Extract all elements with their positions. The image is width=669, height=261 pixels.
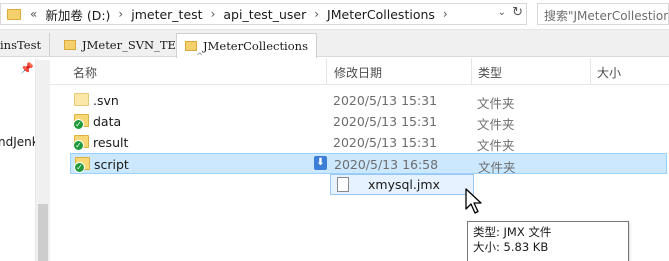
breadcrumb-jmeter-test[interactable]: jmeter_test [131, 7, 202, 22]
file-modified: 2020/5/13 15:31 [333, 135, 438, 150]
breadcrumb-api-test-user[interactable]: api_test_user [223, 7, 306, 22]
address-bar[interactable]: « 新加卷 (D:) › jmeter_test › api_test_user… [0, 3, 527, 25]
file-name: .svn [93, 93, 119, 108]
tooltip-type: 类型: JMX 文件 [473, 225, 552, 239]
breadcrumb-drive[interactable]: 新加卷 (D:) [45, 5, 110, 24]
breadcrumb-separator[interactable]: › [314, 7, 319, 21]
refresh-icon[interactable]: ↻ [512, 5, 523, 20]
tab-strip: insTest JMeter_SVN_TEST JMeterCollection… [0, 30, 669, 58]
dragged-file-name: xmysql.jmx [368, 177, 440, 192]
overflow-chevron[interactable]: « [30, 7, 37, 21]
nav-item[interactable]: ndJenk [0, 135, 35, 149]
file-modified: 2020/5/13 15:31 [333, 114, 438, 129]
svn-normal-badge-icon: ✓ [73, 119, 84, 130]
tab-label: insTest [0, 38, 42, 52]
search-input[interactable]: 搜索"JMeterCollestions" [537, 3, 669, 25]
file-row-svn[interactable]: .svn 2020/5/13 15:31 文件夹 [70, 90, 667, 111]
navigation-pane: 📌 ndJenk [0, 58, 36, 261]
cursor-icon [465, 188, 482, 214]
column-name[interactable]: 名称 [73, 64, 97, 81]
breadcrumb-jmetercollestions[interactable]: JMeterCollestions [327, 7, 435, 22]
folder-icon [185, 41, 197, 51]
column-modified[interactable]: 修改日期 [334, 64, 382, 81]
file-name: result [93, 135, 129, 150]
tab-instest[interactable]: insTest [0, 33, 51, 57]
file-row-result[interactable]: ✓ result 2020/5/13 15:31 文件夹 [70, 132, 667, 153]
folder-icon [7, 8, 21, 20]
column-size[interactable]: 大小 [597, 64, 621, 81]
column-header: ^ 名称 修改日期 类型 大小 [50, 52, 669, 85]
drag-preview: xmysql.jmx [330, 174, 474, 195]
tooltip-size: 大小: 5.83 KB [473, 240, 549, 254]
scrollbar-thumb[interactable] [38, 204, 48, 261]
file-type: 文件夹 [477, 138, 515, 153]
file-tooltip: 类型: JMX 文件 大小: 5.83 KB [467, 221, 629, 261]
sort-arrow-icon: ^ [196, 52, 204, 62]
file-row-data[interactable]: ✓ data 2020/5/13 15:31 文件夹 [70, 111, 667, 132]
breadcrumb-separator[interactable]: › [211, 7, 216, 21]
breadcrumb-separator[interactable]: › [443, 7, 448, 21]
address-row: « 新加卷 (D:) › jmeter_test › api_test_user… [0, 0, 669, 30]
file-row-script[interactable]: ✓ script ⬇ 2020/5/13 16:58 文件夹 [70, 153, 667, 175]
file-name: script [94, 157, 129, 172]
file-modified: 2020/5/13 16:58 [334, 157, 439, 172]
column-type[interactable]: 类型 [478, 64, 502, 81]
nav-scrollbar[interactable] [36, 60, 50, 261]
svn-normal-badge-icon: ✓ [74, 162, 85, 173]
folder-icon [74, 93, 89, 106]
drop-target-icon: ⬇ [314, 156, 327, 170]
file-name: data [93, 114, 122, 129]
address-dropdown-icon[interactable]: ⌄ [498, 7, 506, 18]
tab-label: JMeterCollections [203, 39, 308, 53]
column-divider[interactable] [590, 58, 591, 85]
column-divider[interactable] [326, 58, 327, 85]
document-icon [337, 177, 349, 192]
file-type: 文件夹 [477, 96, 515, 111]
pin-icon[interactable]: 📌 [20, 62, 34, 75]
file-type: 文件夹 [478, 160, 516, 175]
column-divider[interactable] [471, 58, 472, 85]
breadcrumb-separator[interactable]: › [118, 7, 123, 21]
folder-icon [64, 40, 76, 50]
svn-normal-badge-icon: ✓ [73, 140, 84, 151]
file-modified: 2020/5/13 15:31 [333, 93, 438, 108]
file-type: 文件夹 [477, 117, 515, 132]
